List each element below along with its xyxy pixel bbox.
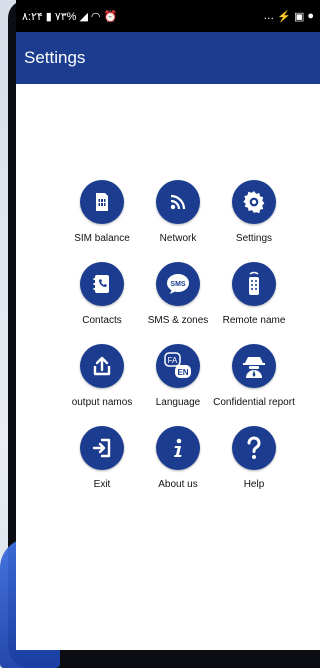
menu-item-network[interactable]: Network [140,180,216,248]
menu-label: SMS & zones [147,315,209,326]
alarm-icon: ⏰ [103,10,118,23]
menu-label: About us [158,479,198,490]
settings-menu-grid: SIM balance Network Settings Contacts SM… [64,180,295,494]
spy-agent-icon [232,344,276,388]
menu-item-confidential-report[interactable]: Confidential report [213,344,295,412]
signal-icon: ◢ [79,10,88,23]
language-fa-en-icon: FA EN [156,344,200,388]
menu-label: Settings [235,233,273,244]
fa-icon-text: FA [168,356,178,365]
image-icon: ▣ [293,10,305,23]
remote-control-icon [232,262,276,306]
menu-item-output-namos[interactable]: output namos [64,344,140,412]
menu-label: Remote name [222,315,286,326]
menu-item-remote-name[interactable]: Remote name [216,262,292,330]
status-time: ۸:۲۴ [22,10,43,23]
menu-item-sms-zones[interactable]: SMS SMS & zones [140,262,216,330]
menu-item-sim-balance[interactable]: SIM balance [64,180,140,248]
menu-item-help[interactable]: Help [216,426,292,494]
wifi-signal-icon [156,180,200,224]
page-title: Settings [24,48,86,67]
info-icon [156,426,200,470]
notification-icon: ● [307,10,314,22]
menu-item-language[interactable]: FA EN Language [140,344,216,412]
menu-label: Confidential report [213,397,295,408]
sms-bubble-icon: SMS [156,262,200,306]
menu-item-contacts[interactable]: Contacts [64,262,140,330]
more-icon: … [263,10,275,22]
app-bar: Settings [16,32,320,84]
menu-label: Exit [93,479,111,490]
menu-label: Language [155,397,201,408]
menu-label: SIM balance [74,233,130,244]
sms-icon-text: SMS [170,281,186,288]
sim-card-icon [80,180,124,224]
status-battery: ۷۳% [54,10,77,23]
upload-icon [80,344,124,388]
menu-label: Help [243,479,265,490]
contacts-phone-icon [80,262,124,306]
charging-icon: ⚡ [277,10,291,23]
menu-label: output namos [71,397,133,408]
wifi-icon: ◠ [90,10,101,23]
exit-icon [80,426,124,470]
en-icon-text: EN [177,368,188,377]
gear-icon [232,180,276,224]
menu-item-exit[interactable]: Exit [64,426,140,494]
menu-item-about-us[interactable]: About us [140,426,216,494]
battery-icon: ▮ [45,10,52,23]
app-screen: ۸:۲۴ ▮ ۷۳% ◢ ◠ ⏰ … ⚡ ▣ ● Settings SIM ba… [16,0,320,650]
menu-label: Network [159,233,197,244]
menu-item-settings[interactable]: Settings [216,180,292,248]
status-bar: ۸:۲۴ ▮ ۷۳% ◢ ◠ ⏰ … ⚡ ▣ ● [16,0,320,32]
menu-label: Contacts [82,315,122,326]
help-question-icon [232,426,276,470]
